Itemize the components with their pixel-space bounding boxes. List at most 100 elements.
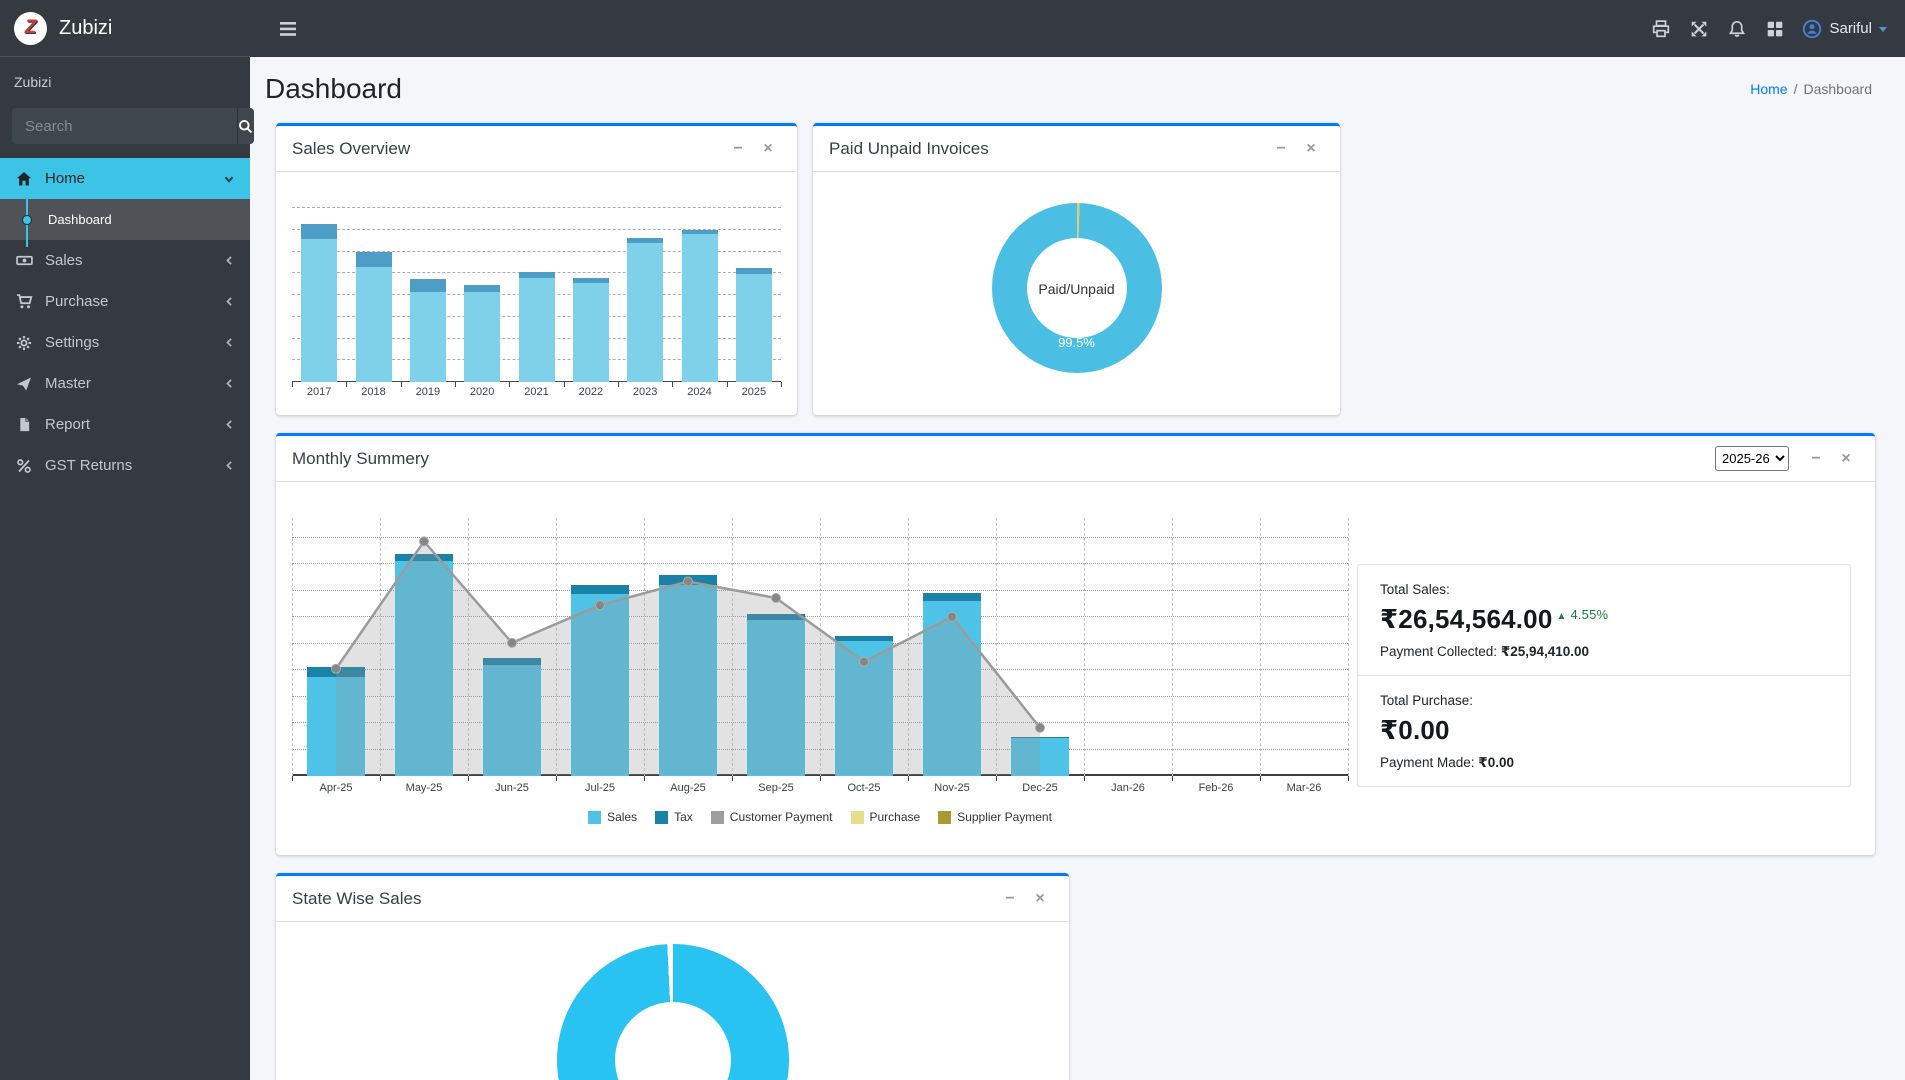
x-tick-label: Oct-25	[847, 782, 881, 794]
axis-tick	[1348, 776, 1349, 781]
brand[interactable]: Z Zubizi	[0, 0, 250, 57]
x-tick-label: 2018	[361, 386, 386, 398]
fullscreen-button[interactable]	[1680, 14, 1718, 44]
monthly-x-labels: Apr-25 May-25 Jun-25 Jul-25 Aug-25 Sep-25 Oct-…	[292, 776, 1348, 798]
legend-swatch	[588, 810, 602, 824]
search-button[interactable]	[237, 108, 254, 144]
apps-grid-button[interactable]	[1756, 14, 1794, 44]
monthly-chart-area: Apr-25 May-25 Jun-25 Jul-25 Aug-25 Sep-25 Oct-…	[292, 518, 1349, 824]
breadcrumb: Home / Dashboard	[1750, 81, 1872, 97]
bar-sales	[518, 277, 555, 382]
legend-item[interactable]: Purchase	[850, 810, 921, 824]
x-tick-label: Apr-25	[319, 782, 353, 794]
x-tick-label: 2025	[741, 386, 767, 398]
legend-label: Customer Payment	[729, 810, 833, 824]
close-button[interactable]: ×	[1298, 136, 1324, 162]
total-sales-value: ₹26,54,564.00 ▲ 4.55%	[1380, 604, 1609, 634]
state-wise-donut-chart	[556, 944, 789, 1080]
bar-tax	[572, 277, 609, 283]
x-tick-label: 2020	[469, 386, 495, 398]
monthly-summary-title: Monthly Summery	[292, 448, 429, 468]
total-purchase-label: Total Purchase:	[1380, 693, 1474, 708]
sidebar-item-home[interactable]: Home	[0, 158, 250, 199]
x-tick-label: May-25	[405, 782, 443, 794]
brand-name: Zubizi	[59, 16, 113, 39]
donut-center-label: Paid/Unpaid	[1038, 281, 1115, 297]
print-button[interactable]	[1642, 14, 1680, 44]
x-tick-label: Jul-25	[585, 782, 615, 794]
hamburger-icon	[280, 21, 296, 36]
bar-sales	[301, 239, 338, 382]
sidebar-subitem-label: Dashboard	[48, 212, 112, 227]
notifications-button[interactable]	[1718, 14, 1756, 44]
legend-item[interactable]: Supplier Payment	[938, 810, 1052, 824]
x-tick-label: 2021	[524, 386, 549, 398]
sidebar-item-report[interactable]: Report	[0, 404, 250, 445]
close-button[interactable]: ×	[1833, 446, 1859, 472]
chevron-left-icon	[223, 254, 236, 267]
brand-logo-icon: Z	[14, 11, 47, 45]
x-tick-label: 2019	[415, 386, 441, 398]
page-title: Dashboard	[265, 73, 402, 104]
user-menu[interactable]: Sariful	[1794, 15, 1889, 43]
sales-overview-chart	[292, 182, 782, 387]
bar-sales	[464, 291, 501, 382]
x-tick-label: Jun-25	[495, 782, 529, 794]
bar-tax	[681, 229, 718, 235]
bar-tax	[518, 271, 555, 278]
donut-hole	[614, 1002, 731, 1080]
sidebar-item-master[interactable]: Master	[0, 363, 250, 404]
year-select[interactable]: 2025-26	[1715, 446, 1789, 471]
chart-legend: Sales Tax Customer Payment Purchase Supplier…	[292, 810, 1348, 824]
sidebar-user-panel: Zubizi	[14, 74, 52, 90]
minimize-button[interactable]: −	[725, 136, 751, 162]
sidebar-item-label: Report	[45, 416, 91, 433]
x-tick-label: Dec-25	[1022, 782, 1058, 794]
legend-item[interactable]: Tax	[655, 810, 693, 824]
bar-tax	[464, 284, 501, 292]
bar-tax	[355, 251, 392, 268]
sidebar-search	[12, 108, 254, 144]
sidebar-item-settings[interactable]: Settings	[0, 322, 250, 363]
state-wise-sales-card: State Wise Sales − ×	[276, 873, 1069, 1080]
sales-overview-title: Sales Overview	[292, 138, 411, 158]
payment-collected: Payment Collected: ₹25,94,410.00	[1380, 644, 1590, 659]
breadcrumb-separator: /	[1793, 81, 1798, 97]
x-tick-label: Nov-25	[934, 782, 970, 794]
chevron-left-icon	[223, 377, 236, 390]
chevron-left-icon	[223, 418, 236, 431]
main-content: Dashboard Home / Dashboard Sales Overview …	[250, 0, 1905, 1080]
sidebar-item-dashboard[interactable]: Dashboard	[0, 198, 250, 247]
paid-unpaid-donut-chart: Paid/Unpaid 99.5%	[991, 203, 1162, 373]
expand-arrows-icon	[1692, 21, 1707, 36]
caret-down-icon	[1879, 27, 1887, 32]
bar-sales	[735, 274, 772, 382]
bar-tax	[735, 268, 772, 275]
legend-label: Supplier Payment	[957, 810, 1052, 824]
bar-sales	[572, 282, 609, 382]
monthly-combo-chart	[292, 518, 1349, 781]
bar-sales	[627, 242, 664, 382]
sidebar-item-purchase[interactable]: Purchase	[0, 281, 250, 322]
minimize-button[interactable]: −	[1268, 136, 1294, 162]
sidebar-item-sales[interactable]: Sales	[0, 240, 250, 281]
legend-item[interactable]: Sales	[588, 810, 637, 824]
bar-sales	[355, 267, 392, 382]
search-input[interactable]	[12, 108, 237, 144]
minimize-button[interactable]: −	[1803, 446, 1829, 472]
breadcrumb-home-link[interactable]: Home	[1750, 81, 1787, 97]
home-icon	[14, 171, 34, 187]
sidebar-item-label: Master	[45, 375, 91, 392]
grid-icon	[1768, 21, 1783, 36]
bell-icon	[1729, 20, 1746, 37]
hamburger-menu-button[interactable]	[266, 16, 306, 42]
close-button[interactable]: ×	[755, 136, 781, 162]
money-icon	[14, 252, 34, 269]
legend-label: Purchase	[869, 810, 921, 824]
minimize-button[interactable]: −	[997, 886, 1023, 912]
sidebar-item-gst-returns[interactable]: GST Returns	[0, 445, 250, 486]
total-purchase-value: ₹0.00	[1380, 715, 1450, 745]
legend-item[interactable]: Customer Payment	[710, 810, 833, 824]
close-button[interactable]: ×	[1027, 886, 1053, 912]
bar-sales	[409, 291, 446, 382]
